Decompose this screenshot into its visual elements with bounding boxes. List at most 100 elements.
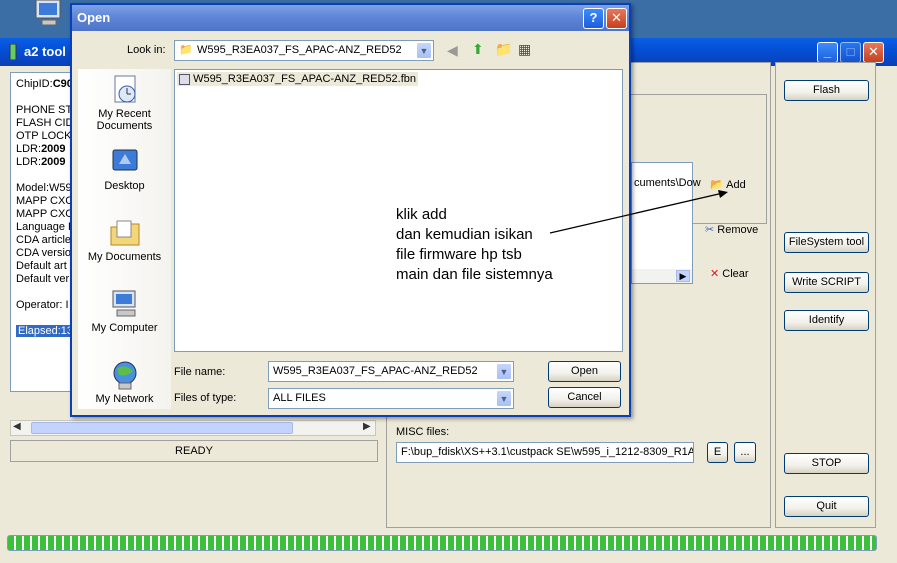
cancel-button[interactable]: Cancel [548,387,621,408]
my-computer-icon [112,290,135,317]
clear-x-icon: ✕ [710,268,720,280]
log-horizontal-scrollbar[interactable]: ◀ ▶ [10,420,376,436]
chevron-down-icon[interactable]: ▼ [496,363,512,380]
misc-edit-button[interactable]: E [707,442,728,463]
file-name-combo[interactable]: W595_R3EA037_FS_APAC-ANZ_RED52 ▼ [268,361,514,382]
log-line: FLASH CID [16,117,73,129]
misc-files-input[interactable]: F:\bup_fdisk\XS++3.1\custpack SE\w595_i_… [396,442,694,463]
places-bar: My Recent Documents Desktop My Documents… [78,69,171,409]
misc-files-label: MISC files: [396,426,450,438]
chevron-down-icon[interactable]: ▼ [496,390,512,407]
place-my-documents[interactable]: My Documents [78,217,171,263]
scroll-right-icon[interactable]: ▶ [363,421,371,432]
my-documents-icon [110,220,139,246]
log-line: CDA article [16,234,71,246]
log-line: LDR:2009 [16,143,66,155]
annotation-line: file firmware hp tsb [396,246,522,263]
look-in-combo[interactable]: 📁 W595_R3EA037_FS_APAC-ANZ_RED52 ▼ [174,40,434,61]
scroll-left-icon[interactable]: ◀ [13,421,21,432]
my-network-icon [113,361,136,390]
file-type-value: ALL FILES [273,392,326,404]
status-bar: READY [10,440,378,462]
log-line: Default ver [16,273,69,285]
log-label: FLASH CID [16,117,74,129]
place-recent-documents[interactable]: My Recent Documents [78,74,171,132]
identify-button[interactable]: Identify [784,310,869,331]
file-name: W595_R3EA037_FS_APAC-ANZ_RED52.fbn [193,73,417,85]
place-desktop[interactable]: Desktop [78,146,171,192]
log-label: Operator: I [16,299,69,311]
flash-button[interactable]: Flash [784,80,869,101]
open-button[interactable]: Open [548,361,621,382]
desktop-icon [112,149,137,171]
stop-button[interactable]: STOP [784,453,869,474]
log-line: Default art [16,260,67,272]
app-icon [9,44,17,60]
up-folder-icon[interactable]: ⬆ [472,41,484,58]
log-line: LDR:2009 [16,156,66,168]
log-line: Operator: I [16,299,69,311]
back-icon[interactable]: ◀ [447,42,458,59]
log-value: 2009 [41,156,66,168]
log-value: 2009 [41,143,66,155]
log-label: LDR: [16,156,42,168]
log-label: Model:W59 [16,182,72,194]
place-my-network[interactable]: My Network [78,359,171,405]
log-label: Default ver [16,273,70,285]
log-line: MAPP CXC [16,208,73,220]
misc-browse-button[interactable]: ... [734,442,756,463]
new-folder-icon[interactable]: 📁 [495,41,512,58]
maximize-button[interactable]: □ [840,42,861,63]
place-label: My Recent Documents [96,108,153,132]
place-label: Desktop [104,180,145,192]
filesystem-tool-button[interactable]: FileSystem tool [784,232,869,253]
file-type-combo[interactable]: ALL FILES ▼ [268,388,514,409]
my-computer-desktop-icon[interactable] [32,0,68,30]
annotation-line: main dan file sistemnya [396,266,553,283]
place-label: My Network [95,393,154,405]
dialog-title: Open [77,10,111,25]
scroll-right-icon[interactable]: ▶ [676,270,690,282]
log-label: Language P [16,221,76,233]
look-in-value: W595_R3EA037_FS_APAC-ANZ_RED52 [197,44,402,56]
clear-button[interactable]: ✕ Clear [710,267,749,280]
log-label: MAPP CXC [16,208,74,220]
log-label: CDA versio [16,247,72,259]
clear-label: Clear [722,268,749,280]
file-type-label: Files of type: [174,392,237,404]
place-my-computer[interactable]: My Computer [78,288,171,334]
log-label: LDR: [16,143,42,155]
chevron-down-icon[interactable]: ▼ [416,42,432,59]
log-line: Elapsed:13 [16,325,76,337]
log-label: MAPP CXC [16,195,74,207]
log-line: Language P [16,221,75,233]
place-label: My Computer [91,322,158,334]
file-name-label: File name: [174,366,226,378]
dialog-title-bar: Open ? ✕ [72,5,629,31]
dialog-close-button[interactable]: ✕ [606,8,627,29]
log-label: ChipID: [16,78,53,90]
annotation-text: klik add dan kemudian isikan file firmwa… [396,205,553,285]
scrollbar-thumb[interactable] [31,422,293,434]
log-line: MAPP CXC [16,195,73,207]
quit-button[interactable]: Quit [784,496,869,517]
log-label: CDA article [16,234,72,246]
annotation-line: klik add [396,206,447,223]
progress-bar [7,535,877,551]
view-menu-icon[interactable]: ▦ [518,41,531,58]
app-title: a2 tool [24,44,66,59]
annotation-arrow [549,190,728,234]
help-button[interactable]: ? [583,8,604,29]
log-line: CDA versio [16,247,71,259]
write-script-button[interactable]: Write SCRIPT [784,272,869,293]
log-line: ChipID:C90 [16,78,73,90]
log-label: Elapsed:13 [18,325,74,337]
log-label: Default art [16,260,67,272]
minimize-button[interactable]: _ [817,42,838,63]
place-label: My Documents [87,251,162,263]
file-item[interactable]: W595_R3EA037_FS_APAC-ANZ_RED52.fbn [177,72,419,86]
annotation-line: dan kemudian isikan [396,226,533,243]
file-icon [179,73,190,85]
log-line: Model:W59 [16,182,72,194]
close-button[interactable]: ✕ [863,42,884,63]
